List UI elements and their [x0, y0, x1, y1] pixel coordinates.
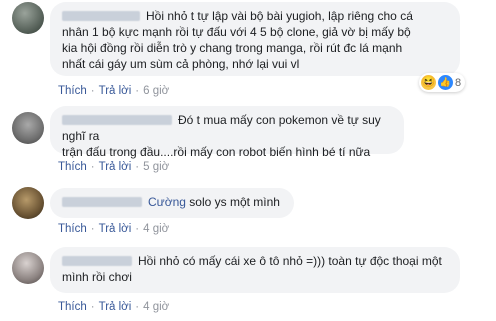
reaction-count: 8 — [455, 76, 462, 89]
like-link[interactable]: Thích — [58, 301, 87, 313]
reply-link[interactable]: Trả lời — [99, 301, 132, 313]
separator-dot: · — [90, 223, 95, 235]
author-name-redacted[interactable] — [62, 11, 140, 21]
timestamp[interactable]: 4 giờ — [143, 301, 169, 313]
timestamp[interactable]: 4 giờ — [143, 223, 169, 235]
author-name-redacted[interactable] — [62, 197, 142, 207]
comment-actions: Thích · Trả lời · 6 giờ — [58, 84, 169, 98]
like-link[interactable]: Thích — [58, 85, 87, 97]
reply-link[interactable]: Trả lời — [99, 223, 132, 235]
avatar[interactable] — [12, 252, 44, 284]
separator-dot: · — [90, 301, 95, 313]
separator-dot: · — [135, 223, 140, 235]
comment-text: solo ys một mình — [189, 195, 280, 209]
separator-dot: · — [135, 85, 140, 97]
timestamp[interactable]: 6 giờ — [143, 85, 169, 97]
reply-link[interactable]: Trả lời — [99, 85, 132, 97]
like-link[interactable]: Thích — [58, 223, 87, 235]
comment-actions: Thích · Trả lời · 5 giờ — [58, 160, 169, 174]
author-name-redacted[interactable] — [62, 115, 172, 125]
haha-icon: 😆 — [421, 75, 436, 90]
avatar[interactable] — [12, 2, 44, 34]
separator-dot: · — [135, 301, 140, 313]
mention-link[interactable]: Cường — [148, 195, 186, 209]
comment-bubble: Hồi nhỏ t tự lập vài bộ bài yugioh, lập … — [50, 2, 460, 76]
reply-link[interactable]: Trả lời — [99, 161, 132, 173]
author-name-redacted[interactable] — [62, 256, 132, 266]
like-icon: 👍 — [438, 75, 453, 90]
reaction-summary[interactable]: 😆 👍 8 — [419, 73, 466, 92]
separator-dot: · — [90, 85, 95, 97]
comment-actions: Thích · Trả lời · 4 giờ — [58, 300, 169, 314]
comment-bubble: Cường solo ys một mình — [50, 188, 294, 218]
avatar[interactable] — [12, 187, 44, 219]
avatar[interactable] — [12, 112, 44, 144]
separator-dot: · — [135, 161, 140, 173]
comment-actions: Thích · Trả lời · 4 giờ — [58, 222, 169, 236]
like-link[interactable]: Thích — [58, 161, 87, 173]
comment-bubble: Hồi nhỏ có mấy cái xe ô tô nhỏ =))) toàn… — [50, 247, 460, 293]
separator-dot: · — [90, 161, 95, 173]
timestamp[interactable]: 5 giờ — [143, 161, 169, 173]
comment-bubble: Đó t mua mấy con pokemon về tự suy nghĩ … — [50, 106, 404, 159]
